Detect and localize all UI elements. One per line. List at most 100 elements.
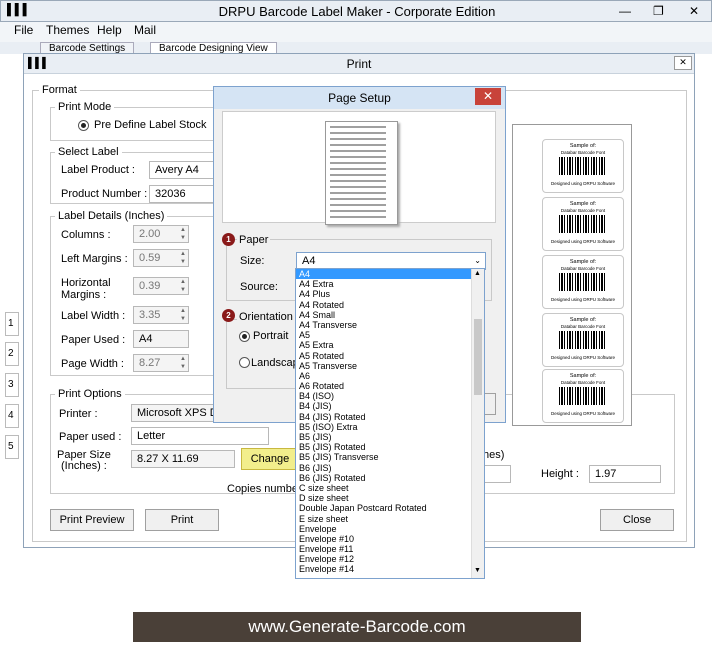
minimize-icon[interactable]: — bbox=[619, 4, 631, 18]
size-option[interactable]: B5 (JIS) Rotated bbox=[296, 442, 484, 452]
copies-caption: Copies number bbox=[227, 483, 302, 495]
size-option[interactable]: B5 (JIS) Transverse bbox=[296, 452, 484, 462]
row-number: 2 bbox=[5, 342, 19, 366]
size-option[interactable]: A4 Transverse bbox=[296, 320, 484, 330]
columns-field[interactable]: 2.00 ▲ ▼ bbox=[133, 225, 189, 243]
height-field[interactable]: 1.97 bbox=[589, 465, 661, 483]
size-option[interactable]: B4 (JIS) Rotated bbox=[296, 412, 484, 422]
page-width-field[interactable]: 8.27 ▲ ▼ bbox=[133, 354, 189, 372]
barcode-image bbox=[559, 331, 607, 349]
dropdown-scrollbar[interactable]: ▲ ▼ bbox=[471, 269, 484, 578]
paper-used-caption: Paper Used : bbox=[61, 334, 126, 346]
size-option[interactable]: A5 Extra bbox=[296, 340, 484, 350]
preview-lines bbox=[330, 126, 386, 218]
size-option[interactable]: A4 Extra bbox=[296, 279, 484, 289]
spin-arrows-icon[interactable]: ▲ ▼ bbox=[178, 226, 188, 242]
label-card: Sample of: Databar Barcode Font Designed u… bbox=[542, 369, 624, 423]
scroll-down-icon[interactable]: ▼ bbox=[474, 567, 481, 574]
size-option[interactable]: D size sheet bbox=[296, 493, 484, 503]
barcode-image bbox=[559, 215, 607, 233]
spin-arrows-icon[interactable]: ▲ ▼ bbox=[178, 250, 188, 266]
horizontal-margins-field[interactable]: 0.39 ▲ ▼ bbox=[133, 277, 189, 295]
printer-caption: Printer : bbox=[59, 408, 98, 420]
print-mode-group: Print Mode Pre Define Label Stock bbox=[50, 101, 230, 141]
size-option[interactable]: Envelope #11 bbox=[296, 544, 484, 554]
horizontal-margins-value: 0.39 bbox=[139, 280, 161, 292]
row-number: 5 bbox=[5, 435, 19, 459]
columns-caption: Columns : bbox=[61, 229, 111, 241]
size-option[interactable]: B4 (ISO) bbox=[296, 391, 484, 401]
size-option[interactable]: B4 (JIS) bbox=[296, 401, 484, 411]
size-dropdown-list[interactable]: A4 A4 Extra A4 Plus A4 Rotated A4 Small A4 Tr… bbox=[295, 268, 485, 579]
height-caption: Height : bbox=[541, 468, 579, 480]
spin-arrows-icon[interactable]: ▲ ▼ bbox=[178, 307, 188, 323]
size-option[interactable]: Envelope #14 bbox=[296, 564, 484, 574]
size-option[interactable]: Double Japan Postcard Rotated bbox=[296, 503, 484, 513]
paper-used-field-2[interactable]: Letter bbox=[131, 427, 269, 445]
predefine-radio[interactable] bbox=[78, 120, 89, 131]
format-label: Format bbox=[39, 84, 80, 96]
change-button[interactable]: Change bbox=[241, 448, 299, 470]
menu-themes[interactable]: Themes bbox=[46, 23, 89, 37]
size-option[interactable]: A4 Plus bbox=[296, 289, 484, 299]
scroll-thumb[interactable] bbox=[474, 319, 482, 395]
size-option[interactable]: B5 (ISO) Extra bbox=[296, 422, 484, 432]
page-setup-close-icon[interactable]: ✕ bbox=[475, 88, 501, 105]
width-field[interactable] bbox=[483, 465, 511, 483]
paper-badge: 1 bbox=[222, 233, 235, 246]
close-icon[interactable]: ✕ bbox=[689, 4, 699, 18]
landscape-radio[interactable] bbox=[239, 357, 250, 368]
restore-icon[interactable]: ❐ bbox=[653, 4, 664, 18]
size-option[interactable]: E size sheet bbox=[296, 514, 484, 524]
portrait-label: Portrait bbox=[253, 330, 289, 342]
label-card: Sample of: Databar Barcode Font Designed u… bbox=[542, 313, 624, 367]
print-button[interactable]: Print bbox=[145, 509, 219, 531]
page-setup-title: Page Setup bbox=[328, 91, 391, 105]
menu-mail[interactable]: Mail bbox=[134, 23, 156, 37]
print-preview-button[interactable]: Print Preview bbox=[50, 509, 134, 531]
chevron-down-icon[interactable]: ⌄ bbox=[474, 256, 481, 265]
label-card: Sample of: Databar Barcode Font Designed u… bbox=[542, 139, 624, 193]
size-option[interactable]: A4 Rotated bbox=[296, 300, 484, 310]
horizontal-margins-caption-2: Margins : bbox=[61, 289, 107, 301]
spin-arrows-icon[interactable]: ▲ ▼ bbox=[178, 355, 188, 371]
size-option[interactable]: A5 bbox=[296, 330, 484, 340]
print-title: Print bbox=[346, 57, 372, 71]
printer-field[interactable]: Microsoft XPS Docum bbox=[131, 404, 219, 422]
size-option[interactable]: Envelope #12 bbox=[296, 554, 484, 564]
size-option[interactable]: B6 (JIS) bbox=[296, 463, 484, 473]
label-width-caption: Label Width : bbox=[61, 310, 126, 322]
label-product-caption: Label Product : bbox=[61, 164, 135, 176]
size-option[interactable]: A5 Transverse bbox=[296, 361, 484, 371]
page-width-value: 8.27 bbox=[139, 357, 161, 369]
size-option[interactable]: B5 (JIS) bbox=[296, 432, 484, 442]
spin-arrows-icon[interactable]: ▲ ▼ bbox=[178, 278, 188, 294]
menu-file[interactable]: File bbox=[14, 23, 33, 37]
website-banner: www.Generate-Barcode.com bbox=[133, 612, 581, 642]
label-details-group: Label Details (Inches) Columns : 2.00 ▲ ▼ … bbox=[50, 210, 225, 376]
size-option[interactable]: B6 (JIS) Rotated bbox=[296, 473, 484, 483]
size-option[interactable]: A6 Rotated bbox=[296, 381, 484, 391]
print-options-label: Print Options bbox=[55, 388, 125, 400]
size-option[interactable]: A6 bbox=[296, 371, 484, 381]
label-card: Sample of: Databar Barcode Font Designed u… bbox=[542, 197, 624, 251]
left-margins-caption: Left Margins : bbox=[61, 253, 128, 265]
left-margins-field[interactable]: 0.59 ▲ ▼ bbox=[133, 249, 189, 267]
paper-thumbnail bbox=[325, 121, 398, 225]
size-option[interactable]: A4 Small bbox=[296, 310, 484, 320]
portrait-radio[interactable] bbox=[239, 331, 250, 342]
size-option[interactable]: C size sheet bbox=[296, 483, 484, 493]
size-option[interactable]: A5 Rotated bbox=[296, 351, 484, 361]
paper-used-field[interactable]: A4 bbox=[133, 330, 189, 348]
label-card: Sample of: Databar Barcode Font Designed u… bbox=[542, 255, 624, 309]
size-option[interactable]: Envelope #10 bbox=[296, 534, 484, 544]
close-button[interactable]: Close bbox=[600, 509, 674, 531]
label-width-field[interactable]: 3.35 ▲ ▼ bbox=[133, 306, 189, 324]
paper-size-field[interactable]: 8.27 X 11.69 bbox=[131, 450, 235, 468]
size-option[interactable]: Envelope bbox=[296, 524, 484, 534]
columns-value: 2.00 bbox=[139, 228, 161, 240]
size-option[interactable]: A4 bbox=[296, 269, 484, 280]
print-close-icon[interactable]: ✕ bbox=[674, 56, 692, 70]
scroll-up-icon[interactable]: ▲ bbox=[474, 270, 481, 277]
menu-help[interactable]: Help bbox=[97, 23, 122, 37]
